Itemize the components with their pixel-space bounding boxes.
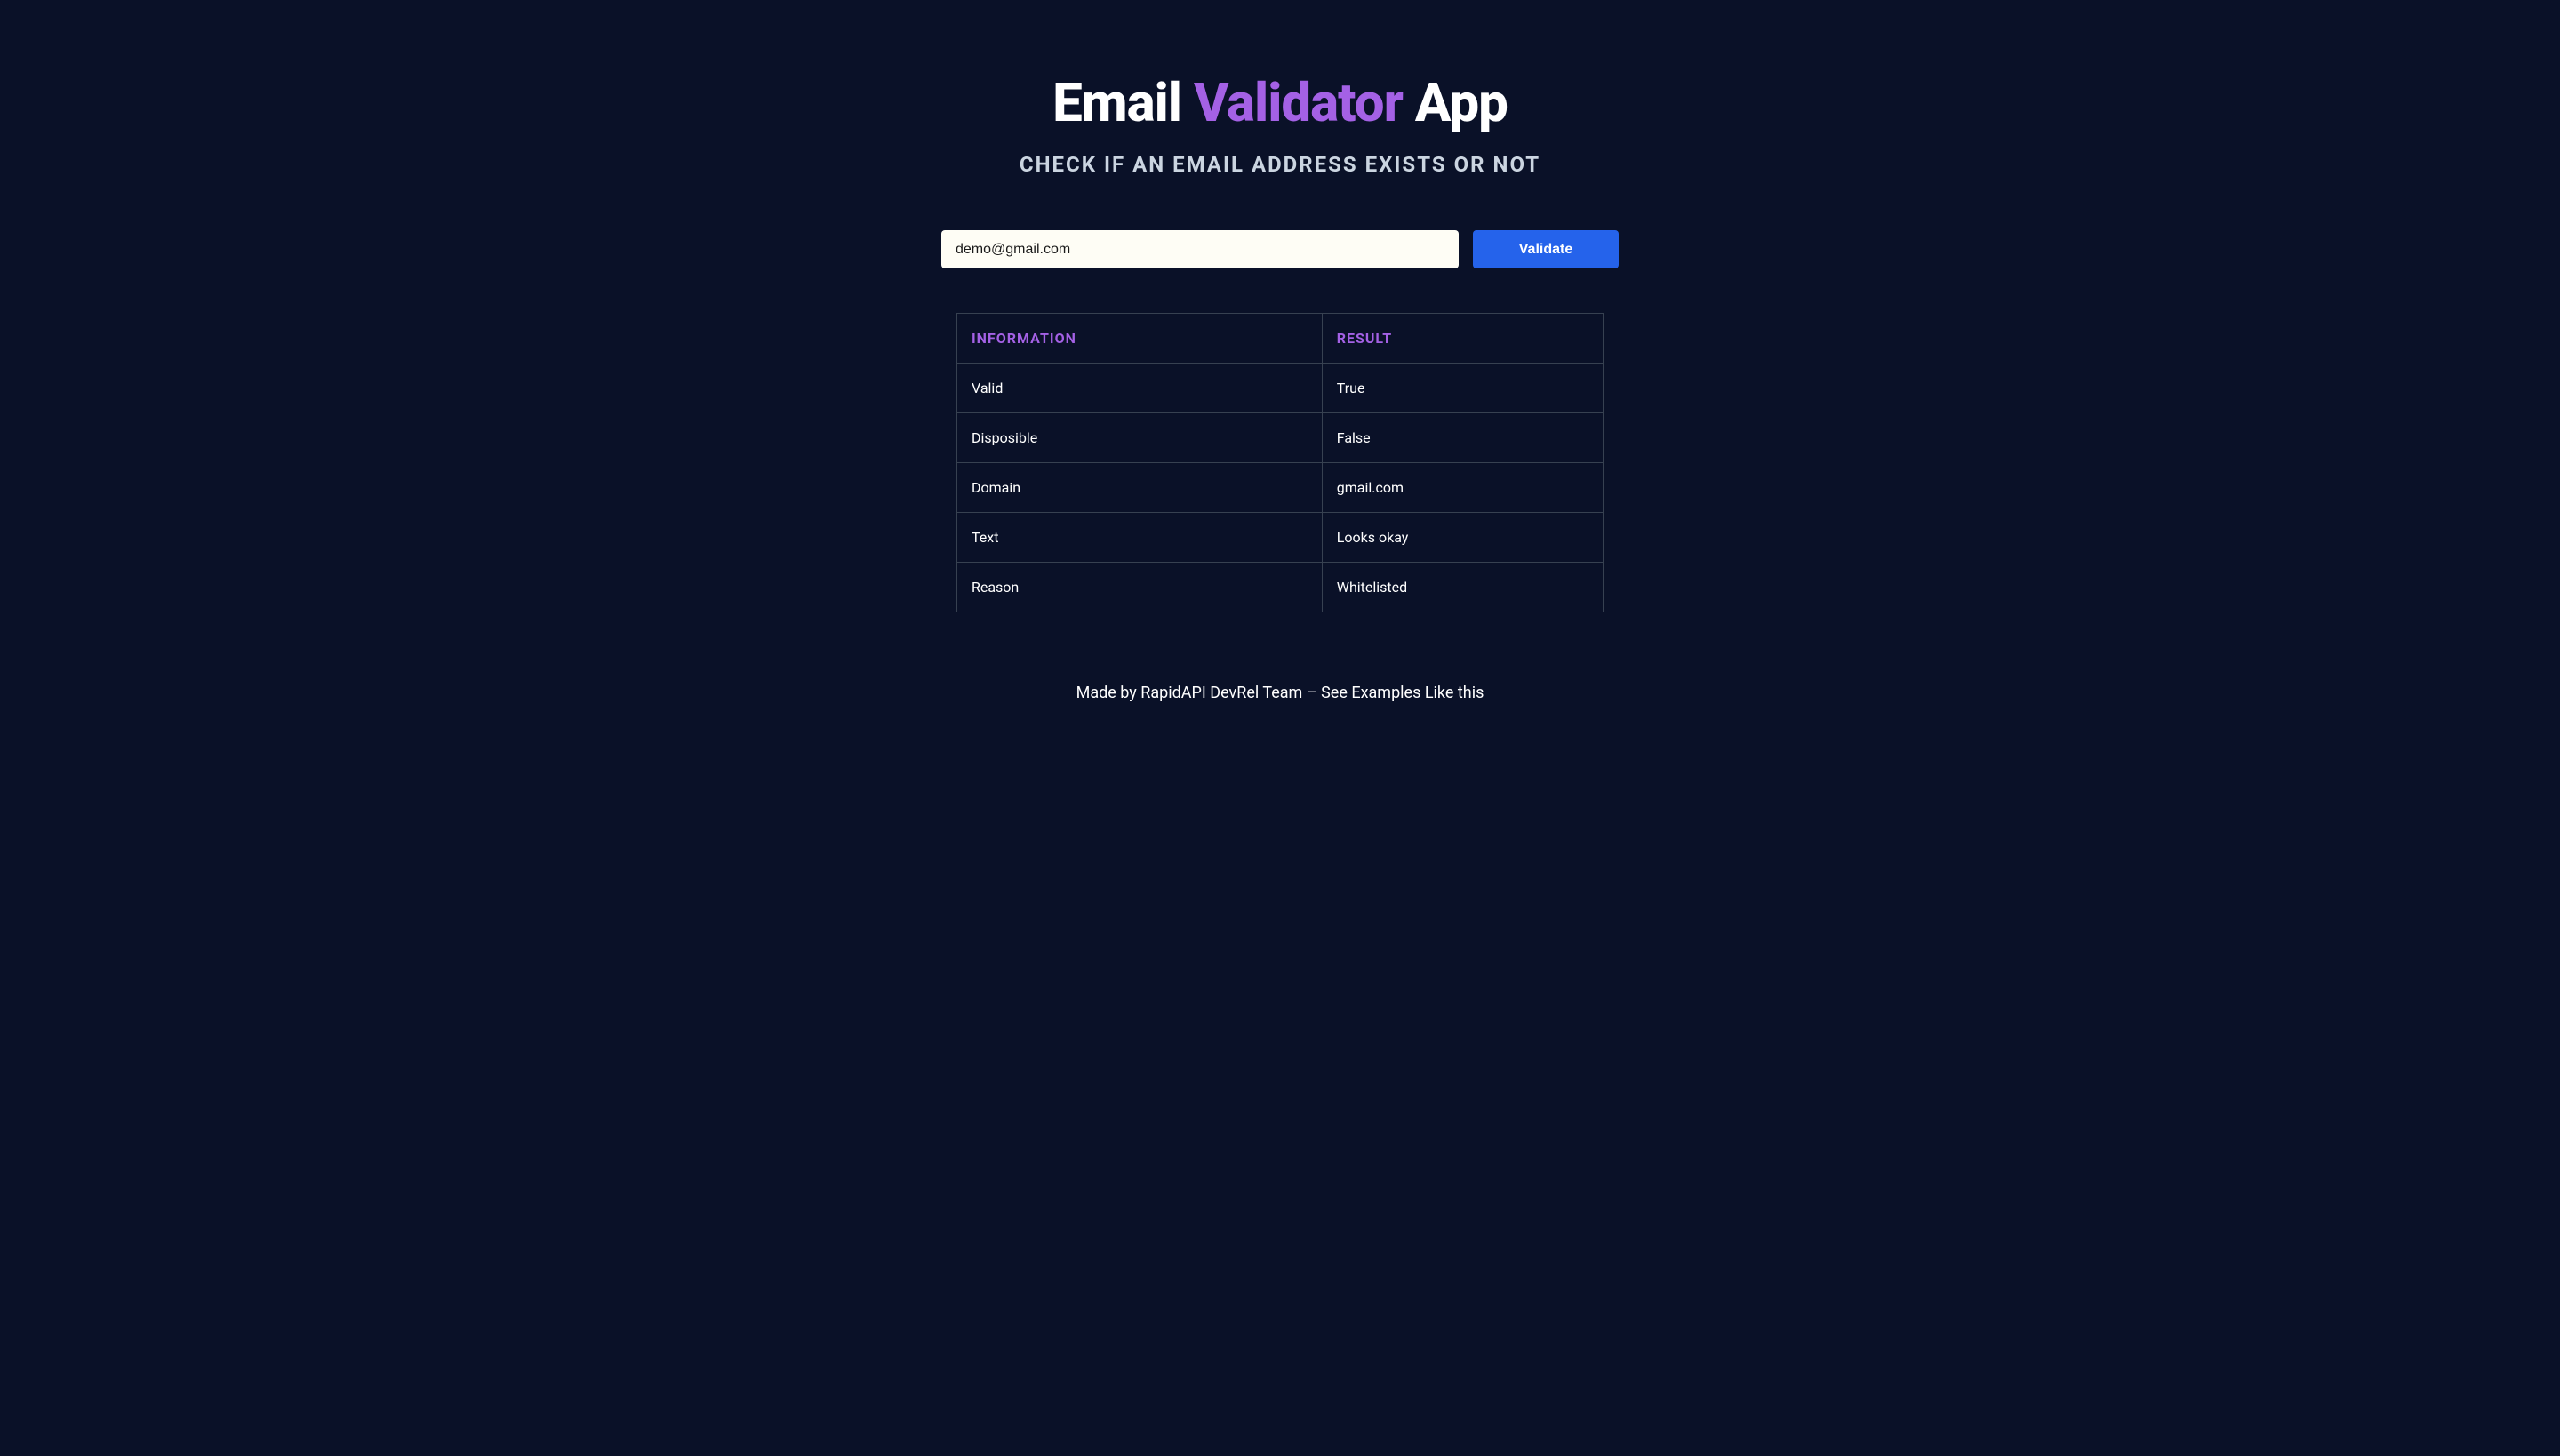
title-part2: App: [1403, 71, 1508, 134]
row-value: True: [1322, 364, 1603, 413]
row-label: Valid: [957, 364, 1323, 413]
results-table: INFORMATION RESULT Valid True Disposible…: [956, 313, 1604, 612]
footer: Made by RapidAPI DevRel Team – See Examp…: [1076, 684, 1484, 702]
header-result: RESULT: [1322, 314, 1603, 364]
table-row: Domain gmail.com: [957, 463, 1604, 513]
title-part1: Email: [1052, 71, 1194, 134]
main-container: Email Validator App CHECK IF AN EMAIL AD…: [633, 71, 1927, 702]
header-information: INFORMATION: [957, 314, 1323, 364]
table-row: Valid True: [957, 364, 1604, 413]
row-label: Domain: [957, 463, 1323, 513]
email-input[interactable]: [941, 230, 1459, 268]
row-label: Reason: [957, 563, 1323, 612]
page-title: Email Validator App: [1052, 71, 1508, 134]
table-row: Reason Whitelisted: [957, 563, 1604, 612]
row-label: Disposible: [957, 413, 1323, 463]
table-header-row: INFORMATION RESULT: [957, 314, 1604, 364]
row-value: Looks okay: [1322, 513, 1603, 563]
row-value: gmail.com: [1322, 463, 1603, 513]
table-row: Text Looks okay: [957, 513, 1604, 563]
footer-link[interactable]: See Examples Like this: [1321, 684, 1484, 702]
title-accent: Validator: [1194, 71, 1403, 134]
validate-button[interactable]: Validate: [1473, 230, 1619, 268]
row-value: Whitelisted: [1322, 563, 1603, 612]
form-row: Validate: [941, 230, 1619, 268]
row-label: Text: [957, 513, 1323, 563]
page-subtitle: CHECK IF AN EMAIL ADDRESS EXISTS OR NOT: [1020, 152, 1540, 177]
table-row: Disposible False: [957, 413, 1604, 463]
row-value: False: [1322, 413, 1603, 463]
footer-made-by: Made by RapidAPI DevRel Team –: [1076, 684, 1321, 702]
